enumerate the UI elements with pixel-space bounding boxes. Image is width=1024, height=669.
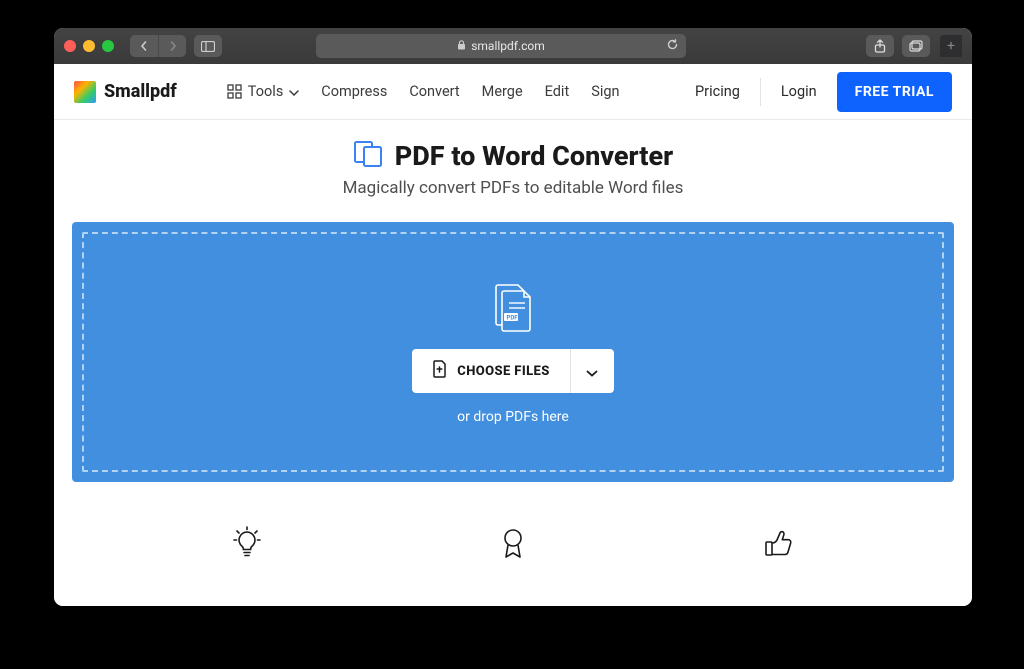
chevron-down-icon xyxy=(586,362,598,381)
back-button[interactable] xyxy=(130,35,158,57)
choose-files-group: CHOOSE FILES xyxy=(412,349,613,393)
browser-titlebar: smallpdf.com + xyxy=(54,28,972,64)
url-text: smallpdf.com xyxy=(471,39,545,53)
chevron-down-icon xyxy=(289,83,299,100)
lock-icon xyxy=(457,40,466,53)
minimize-window-button[interactable] xyxy=(83,40,95,52)
grid-icon xyxy=(227,84,242,99)
new-tab-button[interactable]: + xyxy=(940,35,962,57)
pdf-to-word-icon xyxy=(353,140,383,172)
hero-title-row: PDF to Word Converter xyxy=(54,140,972,172)
login-link[interactable]: Login xyxy=(781,83,817,100)
address-bar[interactable]: smallpdf.com xyxy=(316,34,686,58)
nav-tools-label: Tools xyxy=(248,83,284,100)
pricing-link[interactable]: Pricing xyxy=(695,83,740,100)
nav-compress[interactable]: Compress xyxy=(321,83,387,100)
choose-files-label: CHOOSE FILES xyxy=(457,364,549,379)
reload-icon[interactable] xyxy=(666,38,679,54)
nav-tools[interactable]: Tools xyxy=(227,83,300,100)
feature-icons-row xyxy=(54,482,972,564)
free-trial-button[interactable]: FREE TRIAL xyxy=(837,72,952,112)
document-stack-icon: PDF xyxy=(486,279,540,337)
site-header: Smallpdf Tools Compress Convert Merge Ed… xyxy=(54,64,972,120)
fullscreen-window-button[interactable] xyxy=(102,40,114,52)
toolbar-right: + xyxy=(866,35,962,57)
dropzone-container: PDF CHOOSE FILES xyxy=(54,212,972,482)
close-window-button[interactable] xyxy=(64,40,76,52)
thumbs-up-icon xyxy=(762,526,796,564)
file-upload-icon xyxy=(432,360,447,382)
hero: PDF to Word Converter Magically convert … xyxy=(54,120,972,212)
logo-mark xyxy=(74,81,96,103)
logo-text: Smallpdf xyxy=(104,81,177,102)
share-button[interactable] xyxy=(866,35,894,57)
nav-merge[interactable]: Merge xyxy=(482,83,523,100)
nav-convert[interactable]: Convert xyxy=(409,83,459,100)
page-content: Smallpdf Tools Compress Convert Merge Ed… xyxy=(54,64,972,606)
award-ribbon-icon xyxy=(496,526,530,564)
nav-sign[interactable]: Sign xyxy=(591,83,619,100)
page-subtitle: Magically convert PDFs to editable Word … xyxy=(54,178,972,198)
primary-nav: Tools Compress Convert Merge Edit Sign xyxy=(227,83,620,100)
dropzone[interactable]: PDF CHOOSE FILES xyxy=(82,232,944,472)
sidebar-toggle-button[interactable] xyxy=(194,35,222,57)
dropzone-outer: PDF CHOOSE FILES xyxy=(72,222,954,482)
drop-hint: or drop PDFs here xyxy=(457,409,569,425)
logo[interactable]: Smallpdf xyxy=(74,81,177,103)
divider xyxy=(760,78,761,106)
svg-text:PDF: PDF xyxy=(507,315,519,322)
page-title: PDF to Word Converter xyxy=(395,140,673,172)
choose-files-button[interactable]: CHOOSE FILES xyxy=(412,349,569,393)
window-controls xyxy=(64,40,114,52)
lightbulb-icon xyxy=(230,526,264,564)
choose-files-dropdown[interactable] xyxy=(570,349,614,393)
browser-window: smallpdf.com + Smallpdf xyxy=(54,28,972,606)
nav-edit[interactable]: Edit xyxy=(545,83,570,100)
forward-button[interactable] xyxy=(158,35,186,57)
nav-back-forward-group xyxy=(130,35,186,57)
header-right: Pricing Login FREE TRIAL xyxy=(695,72,952,112)
tabs-overview-button[interactable] xyxy=(902,35,930,57)
